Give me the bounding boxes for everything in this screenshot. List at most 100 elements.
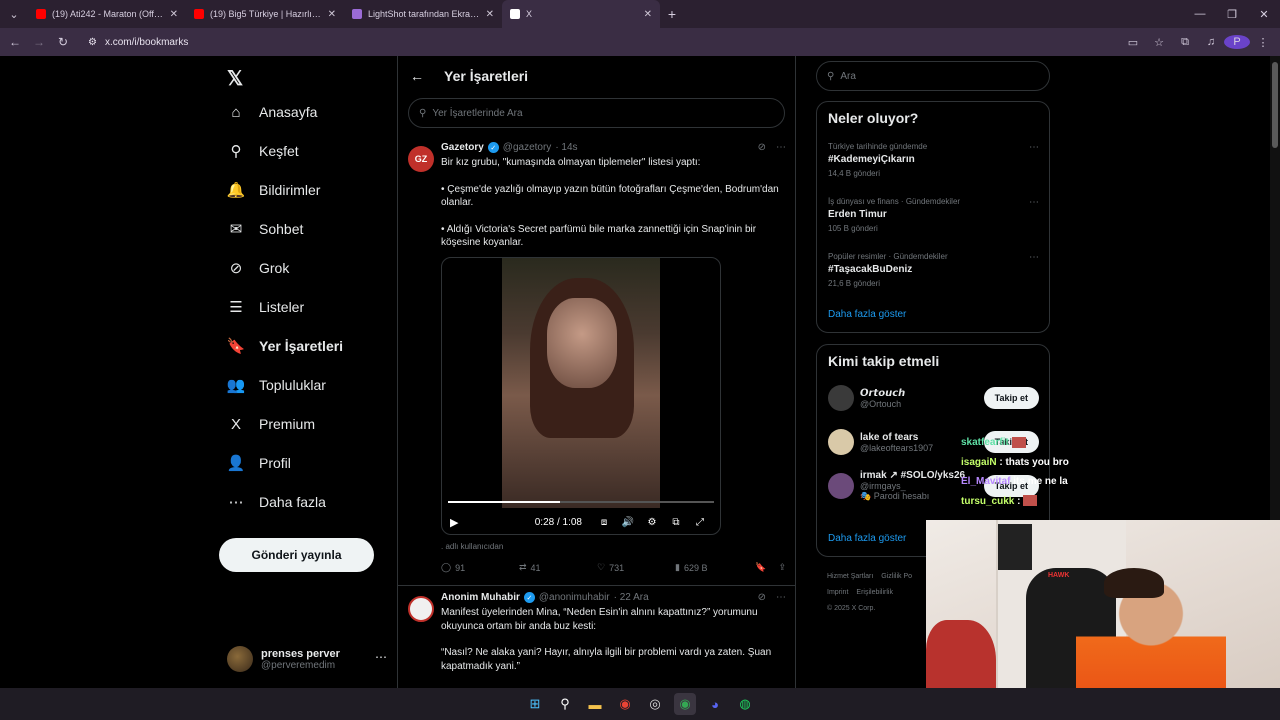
source-note[interactable]: . adlı kullanıcıdan [441,542,503,551]
more-icon[interactable]: ⋯ [375,650,387,664]
more-icon[interactable]: ⋯ [1029,197,1039,208]
tweet-author-name[interactable]: Anonim Muhabir [441,592,520,603]
footer-link[interactable]: Erişilebilirlik [856,589,893,596]
media-icon[interactable]: ♫ [1198,36,1224,48]
more-icon[interactable]: ⋯ [776,142,786,153]
bookmarks-search-input[interactable]: ⚲ Yer İşaretlerinde Ara [408,98,785,128]
like-button[interactable]: ♡ 731 [597,562,675,573]
fullscreen-icon[interactable]: ⤢ [688,517,712,528]
video-player[interactable]: ▶ 0:28 / 1:08 ⧈ 🔊 ⚙ ⧉ ⤢ [441,257,721,535]
tweet[interactable]: GZ Gazetory ✓ @gazetory · 14s ⊘ ⋯ Bir kı… [398,136,796,586]
sidebar-item-bookmark[interactable]: 🔖 Yer İşaretleri [227,337,343,355]
chrome-icon[interactable]: ◉ [614,693,636,715]
cast-icon[interactable]: ▭ [1120,36,1146,49]
avatar[interactable] [408,596,434,622]
video-progress-bar[interactable] [448,501,714,503]
forward-icon[interactable]: → [27,28,51,56]
close-tab-icon[interactable]: ✕ [328,9,336,20]
sidebar-item-mail[interactable]: ✉ Sohbet [227,220,304,238]
search-icon[interactable]: ⚲ [554,693,576,715]
search-input[interactable]: ⚲ Ara [816,61,1050,91]
follow-name[interactable]: lake of tears [860,432,933,443]
reload-icon[interactable]: ↻ [51,28,75,56]
post-button[interactable]: Gönderi yayınla [219,538,374,572]
obs-icon[interactable]: ◎ [644,693,666,715]
avatar[interactable] [828,473,854,499]
follow-suggestion[interactable]: 𝙊𝙧𝙩𝙤𝙪𝙘𝙝 @Ortouch Takip et [828,383,1039,413]
sidebar-item-communities[interactable]: 👥 Topluluklar [227,376,326,394]
close-tab-icon[interactable]: ✕ [170,9,178,20]
back-icon[interactable]: ← [3,28,27,56]
grok-icon[interactable]: ⊘ [758,142,766,153]
discord-icon[interactable]: ◕ [704,693,726,715]
share-icon[interactable]: ⇪ [778,562,786,573]
follow-button[interactable]: Takip et [983,387,1039,409]
close-tab-icon[interactable]: ✕ [644,9,652,20]
footer-link[interactable]: Imprint [827,589,848,596]
back-arrow-icon[interactable]: ← [410,68,424,84]
sidebar-item-grok[interactable]: ⊘ Grok [227,259,290,277]
sidebar-item-search[interactable]: ⚲ Keşfet [227,142,299,160]
profile-avatar[interactable]: P [1224,35,1250,49]
account-switcher[interactable]: prenses perver @perveremedim ⋯ [227,644,387,674]
bookmark-star-icon[interactable]: ☆ [1146,36,1172,49]
pip-icon[interactable]: ⧉ [664,517,688,528]
repost-button[interactable]: ⇄ 41 [519,562,597,573]
browser-tab[interactable]: (19) Big5 Türkiye | Hazırlık Sezo ✕ [186,0,344,28]
sidebar-item-more-circle[interactable]: ⋯ Daha fazla [227,493,326,511]
browser-menu-icon[interactable]: ⋮ [1250,36,1276,49]
trend-item[interactable]: İş dünyası ve finans · Gündemdekiler Erde… [828,197,1039,233]
sidebar-item-x-premium[interactable]: X Premium [227,415,315,433]
captions-icon[interactable]: ⧈ [592,517,616,528]
windows-start-icon[interactable]: ⊞ [524,693,546,715]
settings-icon[interactable]: ⚙ [640,517,664,528]
tweet[interactable]: Anonim Muhabir ✓ @anonimuhabir · 22 Ara … [398,586,796,688]
chrome-active-icon[interactable]: ◉ [674,693,696,715]
more-icon[interactable]: ⋯ [1029,142,1039,153]
sidebar-item-profile[interactable]: 👤 Profil [227,454,291,472]
address-bar[interactable]: ⚙ x.com/i/bookmarks [80,31,1180,53]
tab-search-menu-icon[interactable]: ⌄ [0,0,28,28]
more-icon[interactable]: ⋯ [1029,252,1039,263]
site-info-icon[interactable]: ⚙ [88,37,97,48]
footer-link[interactable]: Gizlilik Po [881,573,912,580]
tweet-handle[interactable]: @anonimuhabir [539,592,610,603]
tweet-author-name[interactable]: Gazetory [441,142,484,153]
follow-name[interactable]: 𝙊𝙧𝙩𝙤𝙪𝙘𝙝 [860,388,905,399]
trend-item[interactable]: Türkiye tarihinde gündemde #KademeyiÇıkar… [828,142,1039,178]
x-logo-icon[interactable]: 𝕏 [227,66,243,91]
browser-tab[interactable]: X ✕ [502,0,660,28]
chat-message: skatfearfit [961,433,1069,453]
browser-tab[interactable]: (19) Ati242 - Maraton (Official V ✕ [28,0,186,28]
views-button[interactable]: ▮ 629 B [675,562,753,573]
spotify-icon[interactable]: ◍ [734,693,756,715]
sidebar-item-list[interactable]: ☰ Listeler [227,298,304,316]
reply-button[interactable]: ◯ 91 [441,562,519,573]
avatar[interactable]: GZ [408,146,434,172]
close-window-icon[interactable]: ✕ [1248,0,1280,28]
new-tab-button[interactable]: + [660,0,684,28]
show-more-link[interactable]: Daha fazla göster [828,309,906,320]
volume-icon[interactable]: 🔊 [616,517,640,528]
restore-icon[interactable]: ❐ [1216,0,1248,28]
tweet-time[interactable]: · 14s [555,142,577,153]
avatar[interactable] [828,385,854,411]
file-explorer-icon[interactable]: ▬ [584,693,606,715]
follow-name[interactable]: irmak ↗ #SOLO/yks26 [860,470,965,481]
show-more-link[interactable]: Daha fazla göster [828,533,906,544]
footer-link[interactable]: Hizmet Şartları [827,573,873,580]
extensions-icon[interactable]: ⧉ [1172,36,1198,49]
tweet-handle[interactable]: @gazetory [503,142,552,153]
grok-icon[interactable]: ⊘ [758,592,766,603]
minimize-icon[interactable]: — [1184,0,1216,28]
close-tab-icon[interactable]: ✕ [486,9,494,20]
bookmark-icon[interactable]: 🔖 [755,562,766,573]
trend-item[interactable]: Popüler resimler · Gündemdekiler #Taşacak… [828,252,1039,288]
more-icon[interactable]: ⋯ [776,592,786,603]
avatar[interactable] [828,429,854,455]
sidebar-item-bell[interactable]: 🔔 Bildirimler [227,181,321,199]
sidebar-item-home[interactable]: ⌂ Anasayfa [227,103,317,121]
tweet-time[interactable]: · 22 Ara [614,592,649,603]
play-icon[interactable]: ▶ [450,516,458,529]
browser-tab[interactable]: LightShot tarafından Ekran Görü ✕ [344,0,502,28]
